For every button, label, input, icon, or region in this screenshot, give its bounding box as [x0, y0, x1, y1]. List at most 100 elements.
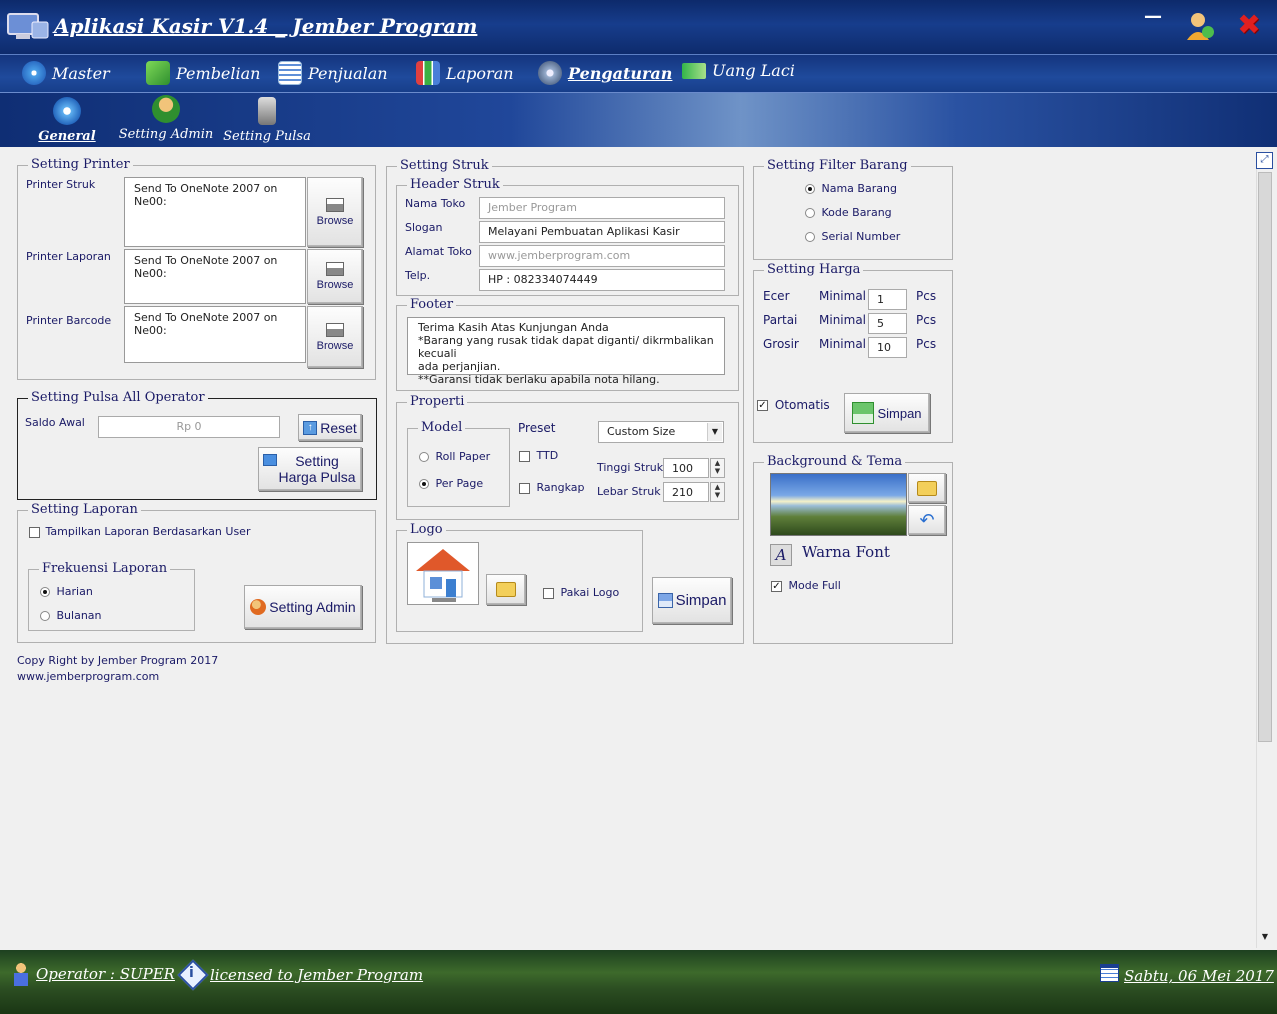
mode-full-checkbox[interactable]: ✓ Mode Full: [771, 579, 841, 592]
save-icon: [657, 593, 673, 608]
house-icon: [416, 549, 470, 602]
per-page-radio[interactable]: Per Page: [419, 477, 483, 490]
harga-row-unit: Pcs: [916, 313, 937, 327]
checkbox-box: [519, 450, 530, 462]
setting-admin-button[interactable]: Setting Admin: [244, 585, 362, 629]
printer-laporan-label: Printer Laporan: [26, 250, 111, 263]
logo-image: [407, 542, 479, 605]
nama-toko-input[interactable]: Jember Program: [479, 197, 725, 219]
printer-barcode-browse-button[interactable]: Browse: [307, 306, 363, 368]
footer-struk-legend: Footer: [407, 298, 457, 312]
folder-icon: [496, 582, 516, 597]
radio-dot: [40, 611, 50, 621]
license-link[interactable]: licensed to Jember Program: [210, 966, 423, 984]
status-bar: Operator : SUPER i licensed to Jember Pr…: [0, 950, 1277, 1014]
lebar-struk-input[interactable]: 210: [663, 482, 709, 502]
menu-uang-laci[interactable]: Uang Laci: [682, 61, 795, 80]
printer-struk-field[interactable]: Send To OneNote 2007 on Ne00:: [124, 177, 306, 247]
warna-font-icon[interactable]: A: [770, 544, 792, 566]
printer-icon: [326, 197, 344, 212]
menu-penjualan[interactable]: Penjualan: [278, 61, 388, 85]
checkbox-box: ✓: [757, 400, 768, 411]
info-letter-icon: i: [189, 965, 194, 981]
printer-laporan-browse-button[interactable]: Browse: [307, 249, 363, 304]
simpan-struk-button[interactable]: Simpan: [652, 577, 732, 624]
nama-barang-radio[interactable]: Nama Barang: [805, 182, 897, 195]
grosir-minimal-input[interactable]: 10: [868, 337, 907, 358]
checkbox-box: [29, 526, 40, 538]
scroll-down-arrow-icon[interactable]: ▼: [1259, 932, 1271, 944]
menu-pembelian[interactable]: Pembelian: [146, 61, 260, 85]
tampilkan-laporan-checkbox[interactable]: Tampilkan Laporan Berdasarkan User: [29, 525, 250, 538]
tinggi-struk-input[interactable]: 100: [663, 458, 709, 478]
setting-struk-legend: Setting Struk: [397, 159, 492, 173]
menu-pengaturan[interactable]: Pengaturan: [538, 61, 672, 85]
maximize-panel-icon[interactable]: ⤢: [1256, 152, 1273, 169]
roll-paper-radio[interactable]: Roll Paper: [419, 450, 490, 463]
printer-struk-browse-button[interactable]: Browse: [307, 177, 363, 247]
ttd-checkbox[interactable]: TTD: [519, 449, 558, 462]
alamat-toko-input[interactable]: www.jemberprogram.com: [479, 245, 725, 267]
operator-link[interactable]: Operator : SUPER: [36, 965, 175, 983]
submenu-setting-pulsa[interactable]: Setting Pulsa: [222, 97, 312, 144]
harian-radio[interactable]: Harian: [40, 585, 93, 598]
bulanan-radio[interactable]: Bulanan: [40, 609, 102, 622]
printer-struk-label: Printer Struk: [26, 178, 96, 191]
frekuensi-laporan-group: Frekuensi Laporan Harian Bulanan: [28, 562, 195, 631]
simpan-harga-button[interactable]: Simpan: [844, 393, 930, 433]
folder-icon: [917, 480, 937, 496]
setting-harga-legend: Setting Harga: [764, 263, 864, 277]
model-group: Model Roll Paper Per Page: [407, 421, 510, 507]
otomatis-checkbox[interactable]: ✓ Otomatis: [757, 398, 830, 412]
submenu-general[interactable]: General: [36, 97, 98, 144]
preset-select[interactable]: Custom Size: [598, 421, 724, 443]
browse-logo-button[interactable]: [486, 574, 526, 605]
slogan-input[interactable]: Melayani Pembuatan Aplikasi Kasir: [479, 221, 725, 243]
menu-laporan[interactable]: Laporan: [416, 61, 514, 85]
undo-icon: ↶: [919, 509, 935, 530]
ecer-minimal-input[interactable]: 1: [868, 289, 907, 310]
chevron-down-icon[interactable]: ▼: [707, 423, 722, 441]
rangkap-checkbox[interactable]: Rangkap: [519, 481, 585, 494]
setting-laporan-legend: Setting Laporan: [28, 503, 141, 517]
close-button[interactable]: ✖: [1232, 8, 1266, 42]
setting-filter-legend: Setting Filter Barang: [764, 159, 911, 173]
reset-button[interactable]: ↑ Reset: [298, 414, 362, 441]
nama-toko-label: Nama Toko: [405, 197, 466, 210]
background-preview: [770, 473, 907, 536]
alamat-toko-label: Alamat Toko: [405, 245, 472, 258]
setting-printer-group: Setting Printer Printer Struk Send To On…: [17, 158, 376, 380]
harga-row-minimal: Minimal: [819, 289, 867, 303]
browse-background-button[interactable]: [908, 473, 946, 503]
setting-harga-group: Setting Harga Ecer Minimal 1 Pcs Partai …: [753, 263, 953, 443]
menu-master[interactable]: Master: [22, 61, 110, 85]
printer-icon: [326, 322, 344, 337]
gear-icon: [53, 97, 81, 125]
saldo-awal-input[interactable]: Rp 0: [98, 416, 280, 438]
printer-laporan-field[interactable]: Send To OneNote 2007 on Ne00:: [124, 249, 306, 304]
user-switch-icon[interactable]: [1184, 10, 1216, 42]
pakai-logo-checkbox[interactable]: Pakai Logo: [543, 586, 619, 599]
kode-barang-radio[interactable]: Kode Barang: [805, 206, 892, 219]
partai-minimal-input[interactable]: 5: [868, 313, 907, 334]
minimize-button[interactable]: —: [1140, 6, 1166, 27]
tinggi-struk-stepper[interactable]: ▲ ▼: [710, 458, 725, 478]
printer-barcode-label: Printer Barcode: [26, 314, 112, 327]
properti-legend: Properti: [407, 395, 468, 409]
submenu-setting-admin[interactable]: Setting Admin: [118, 95, 214, 142]
logo-group: Logo Pakai Logo: [396, 523, 643, 632]
setting-harga-pulsa-button[interactable]: Setting Harga Pulsa: [258, 447, 362, 491]
background-tema-group: Background & Tema ↶ A Warna Font ✓ Mode …: [753, 455, 953, 644]
footer-textarea[interactable]: Terima Kasih Atas Kunjungan Anda *Barang…: [407, 317, 725, 386]
serial-number-radio[interactable]: Serial Number: [805, 230, 900, 243]
telp-input[interactable]: HP : 082334074449: [479, 269, 725, 291]
reset-background-button[interactable]: ↶: [908, 505, 946, 535]
logo-legend: Logo: [407, 523, 446, 537]
tinggi-struk-label: Tinggi Struk: [597, 461, 664, 474]
vertical-scrollbar[interactable]: ▼: [1256, 152, 1273, 948]
footer-struk-group: Footer Terima Kasih Atas Kunjungan Anda …: [396, 298, 739, 391]
lebar-struk-stepper[interactable]: ▲ ▼: [710, 482, 725, 502]
warna-font-label[interactable]: Warna Font: [802, 543, 890, 561]
printer-barcode-field[interactable]: Send To OneNote 2007 on Ne00:: [124, 306, 306, 363]
scrollbar-thumb[interactable]: [1258, 172, 1272, 742]
